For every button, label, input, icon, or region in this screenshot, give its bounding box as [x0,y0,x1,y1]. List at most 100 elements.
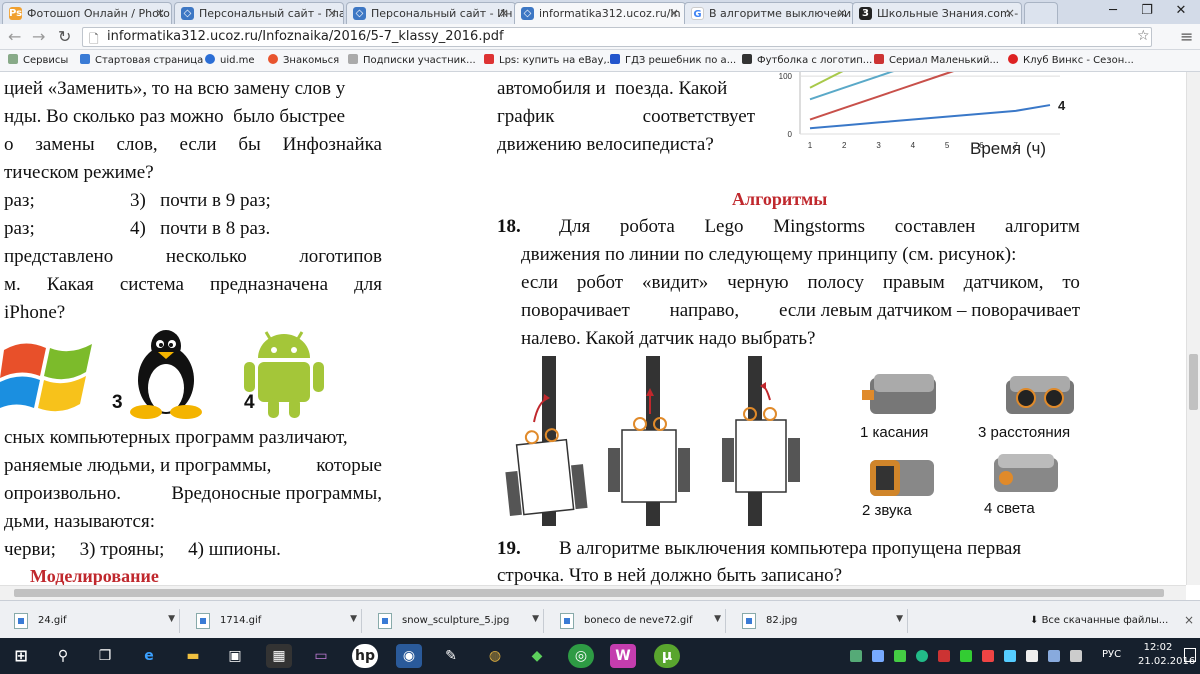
star-icon[interactable]: ☆ [1137,28,1150,44]
bookmark-start-page[interactable]: Стартовая страница [80,54,203,66]
file-explorer-icon[interactable]: ▬ [180,644,206,668]
app-icon[interactable]: ◆ [524,644,550,668]
windows-logo [0,343,92,412]
app-icon[interactable]: ▭ [308,644,334,668]
bluetooth-icon[interactable] [872,650,884,662]
download-item[interactable]: snow_sculpture_5.jpg ▼ [366,609,544,633]
download-item[interactable]: 24.gif ▼ [2,609,180,633]
language-indicator[interactable]: РУС [1102,649,1121,660]
utorrent-icon[interactable]: μ [654,644,680,668]
close-icon[interactable]: × [1005,6,1015,20]
search-icon[interactable]: ⚲ [50,644,76,668]
edge-icon[interactable]: e [136,644,162,668]
bookmark-znakomsya[interactable]: Знакомься [268,54,339,66]
bookmark-winx[interactable]: Клуб Винкс - Сезон... [1008,54,1134,66]
tray-icon[interactable] [1004,650,1016,662]
chevron-down-icon[interactable]: ▼ [168,614,175,624]
text: предназначена [209,274,329,295]
vertical-scrollbar[interactable] [1186,72,1200,585]
bookmark-tshirt[interactable]: Футболка с логотип... [742,54,872,66]
bookmark-icon [268,54,278,64]
bookmark-subscriptions[interactable]: Подписки участник... [348,54,476,66]
minimize-icon[interactable]: ─ [1096,0,1130,22]
close-icon[interactable]: × [499,6,509,20]
tab-photoshop[interactable]: Ps Фотошоп Онлайн / Photo × [2,2,172,24]
text: было быстрее [233,106,346,127]
x-tick-label: 1 [808,141,813,150]
sensor-label-distance: 3 расстояния [978,424,1071,441]
bookmark-uid[interactable]: uid.me [205,54,255,66]
bookmark-serial[interactable]: Сериал Маленький... [874,54,999,66]
store-icon[interactable]: ▣ [222,644,248,668]
tray-icon[interactable] [916,650,928,662]
new-tab-button[interactable] [1024,2,1058,24]
text-line: поворачивает направо, если левым датчиком … [521,300,1080,322]
text-line: В алгоритме выключения компьютера пропущ… [559,538,1022,559]
download-item[interactable]: 82.jpg ▼ [730,609,908,633]
chevron-down-icon[interactable]: ▼ [896,614,903,624]
task-view-icon[interactable]: ❐ [92,644,118,668]
bookmark-gdz[interactable]: ГДЗ решебник по а... [610,54,736,66]
close-icon[interactable]: × [837,6,847,20]
all-downloads-link[interactable]: ⬇ Все скачанные файлы... [1030,615,1168,626]
address-bar[interactable]: 🗋 informatika312.ucoz.ru/Infoznaika/2016… [82,27,1152,47]
app-icon[interactable]: W [610,644,636,668]
network-icon[interactable] [1048,650,1060,662]
series-label: 4 [1058,98,1066,113]
back-icon[interactable]: ← [8,27,21,46]
volume-icon[interactable] [1070,650,1082,662]
tab-google-search[interactable]: G В алгоритме выключени × [684,2,854,24]
forward-icon[interactable]: → [32,27,45,46]
scroll-thumb[interactable] [1189,354,1198,410]
app-icon[interactable]: ✎ [438,644,464,668]
answer-line: черви; 3) трояны; 4) шпионы. [4,539,281,561]
tray-icon[interactable] [960,650,972,662]
tab-title: informatika312.ucoz.ru/In [539,7,681,20]
clock[interactable]: 12:02 21.02.2016 [1138,642,1196,667]
x-tick-label: 5 [945,141,950,150]
app-icon[interactable]: ◍ [482,644,508,668]
tab-znanija[interactable]: 3 Школьные Знания.com - × [852,2,1022,24]
app-icon[interactable]: ◉ [396,644,422,668]
tray-icon[interactable] [938,650,950,662]
image-file-icon [742,613,756,629]
notifications-icon[interactable] [1184,648,1196,662]
hp-icon[interactable]: hp [352,644,378,668]
text: слов, [116,134,158,155]
text-line: если робот «видит» черную полосу правым датчик… [521,272,1080,294]
close-icon[interactable]: × [669,6,679,20]
tray-icon[interactable] [1026,650,1038,662]
page-icon: 🗋 [89,32,99,46]
scroll-thumb[interactable] [14,589,1164,597]
bookmark-ebay[interactable]: Lps: купить на eBay,... [484,54,616,66]
tab-personal-site-1[interactable]: ◇ Персональный сайт - Гла × [174,2,344,24]
close-window-icon[interactable]: ✕ [1164,0,1198,22]
clock-date: 21.02.2016 [1138,656,1196,667]
bookmark-label: Футболка с логотип... [757,55,873,66]
chrome-icon[interactable]: ◎ [568,644,594,668]
download-item[interactable]: 1714.gif ▼ [184,609,362,633]
chevron-down-icon[interactable]: ▼ [714,614,721,624]
tab-pdf-active[interactable]: ◇ informatika312.ucoz.ru/In × [514,2,686,25]
app-icon[interactable]: ▦ [266,644,292,668]
pdf-viewport: цией «Заменить», то на всю замену слов у… [0,72,1186,585]
chevron-down-icon[interactable]: ▼ [532,614,539,624]
text: раняемые людьми, и программы, [4,455,272,476]
download-item[interactable]: boneco de neve72.gif ▼ [548,609,726,633]
close-icon[interactable]: × [1184,613,1194,627]
tray-icon[interactable] [982,650,994,662]
tray-icon[interactable] [850,650,862,662]
windows-start-icon[interactable]: ⊞ [8,644,34,668]
chevron-down-icon[interactable]: ▼ [350,614,357,624]
reload-icon[interactable]: ↻ [58,27,71,46]
tray-icon[interactable] [894,650,906,662]
close-icon[interactable]: × [327,6,337,20]
tab-strip: Ps Фотошоп Онлайн / Photo × ◇ Персональн… [0,0,1200,25]
text: раз; [4,190,35,211]
tab-personal-site-2[interactable]: ◇ Персональный сайт - Ин × [346,2,516,24]
close-icon[interactable]: × [155,6,165,20]
bookmark-services[interactable]: Сервисы [8,54,68,66]
menu-icon[interactable]: ≡ [1180,27,1193,46]
horizontal-scrollbar[interactable] [0,585,1186,600]
maximize-icon[interactable]: ❐ [1130,0,1164,22]
